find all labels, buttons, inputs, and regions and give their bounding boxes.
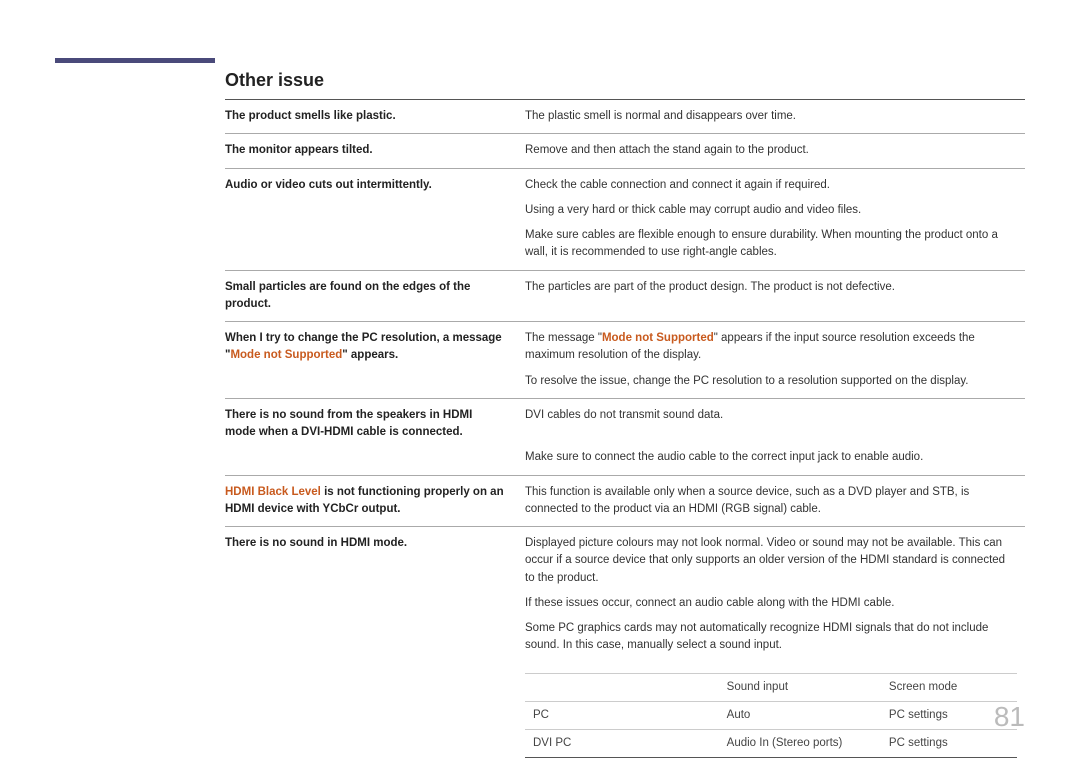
page-number: 81 (994, 701, 1025, 733)
table-row: There is no sound in HDMI mode.Displayed… (225, 527, 1025, 595)
manual-page: Other issue The product smells like plas… (0, 0, 1080, 763)
table-row: Make sure to connect the audio cable to … (225, 449, 1025, 475)
table-row: Using a very hard or thick cable may cor… (225, 202, 1025, 227)
issue-label: Small particles are found on the edges o… (225, 270, 525, 322)
issue-label (225, 620, 525, 663)
issue-label (225, 227, 525, 270)
table-row: Some PC graphics cards may not automatic… (225, 620, 1025, 663)
issue-description: Some PC graphics cards may not automatic… (525, 620, 1025, 663)
issue-label (225, 202, 525, 227)
table-row: Sound inputScreen modePCAutoPC settingsD… (225, 663, 1025, 766)
top-accent-bar (55, 58, 215, 63)
inner-cell: PC (525, 701, 719, 729)
inner-cell: DVI PC (525, 730, 719, 758)
issue-label (225, 663, 525, 766)
table-row: DVI PCAudio In (Stereo ports)PC settings (525, 730, 1017, 758)
table-row: When I try to change the PC resolution, … (225, 322, 1025, 373)
issue-description: Make sure cables are flexible enough to … (525, 227, 1025, 270)
inner-cell: Auto (719, 701, 881, 729)
inner-cell: Audio In (Stereo ports) (719, 730, 881, 758)
issue-label (225, 373, 525, 399)
issue-label: The monitor appears tilted. (225, 134, 525, 168)
issue-description: If these issues occur, connect an audio … (525, 595, 1025, 620)
section-title: Other issue (225, 70, 1025, 91)
table-row: The product smells like plastic.The plas… (225, 100, 1025, 134)
issue-description: This function is available only when a s… (525, 475, 1025, 527)
issue-label: HDMI Black Level is not functioning prop… (225, 475, 525, 527)
inner-cell: PC settings (881, 730, 1017, 758)
table-row: Sound inputScreen mode (525, 673, 1017, 701)
issue-description: DVI cables do not transmit sound data. (525, 398, 1025, 449)
table-row: To resolve the issue, change the PC reso… (225, 373, 1025, 399)
issue-label: There is no sound in HDMI mode. (225, 527, 525, 595)
issue-label: The product smells like plastic. (225, 100, 525, 134)
issue-description: The message "Mode not Supported" appears… (525, 322, 1025, 373)
issue-description: Check the cable connection and connect i… (525, 168, 1025, 202)
issue-label: Audio or video cuts out intermittently. (225, 168, 525, 202)
table-row: HDMI Black Level is not functioning prop… (225, 475, 1025, 527)
table-row: Make sure cables are flexible enough to … (225, 227, 1025, 270)
inner-header-cell (525, 673, 719, 701)
issues-table: The product smells like plastic.The plas… (225, 99, 1025, 766)
issue-description: To resolve the issue, change the PC reso… (525, 373, 1025, 399)
highlight-text: Mode not Supported (602, 332, 714, 344)
issue-label: When I try to change the PC resolution, … (225, 322, 525, 373)
table-row: The monitor appears tilted.Remove and th… (225, 134, 1025, 168)
highlight-text: Mode not Supported (230, 349, 342, 361)
table-row: Small particles are found on the edges o… (225, 270, 1025, 322)
inner-header-cell: Sound input (719, 673, 881, 701)
issue-description: Sound inputScreen modePCAutoPC settingsD… (525, 663, 1025, 766)
issue-label (225, 449, 525, 475)
issue-description: The particles are part of the product de… (525, 270, 1025, 322)
issue-description: Using a very hard or thick cable may cor… (525, 202, 1025, 227)
sound-input-table: Sound inputScreen modePCAutoPC settingsD… (525, 673, 1017, 759)
issue-label: There is no sound from the speakers in H… (225, 398, 525, 449)
issue-description: The plastic smell is normal and disappea… (525, 100, 1025, 134)
issue-description: Displayed picture colours may not look n… (525, 527, 1025, 595)
table-row: PCAutoPC settings (525, 701, 1017, 729)
table-row: If these issues occur, connect an audio … (225, 595, 1025, 620)
highlight-text: HDMI Black Level (225, 486, 321, 498)
table-row: There is no sound from the speakers in H… (225, 398, 1025, 449)
issue-description: Make sure to connect the audio cable to … (525, 449, 1025, 475)
inner-header-cell: Screen mode (881, 673, 1017, 701)
content-area: Other issue The product smells like plas… (225, 70, 1025, 766)
table-row: Audio or video cuts out intermittently.C… (225, 168, 1025, 202)
issue-description: Remove and then attach the stand again t… (525, 134, 1025, 168)
issue-label (225, 595, 525, 620)
